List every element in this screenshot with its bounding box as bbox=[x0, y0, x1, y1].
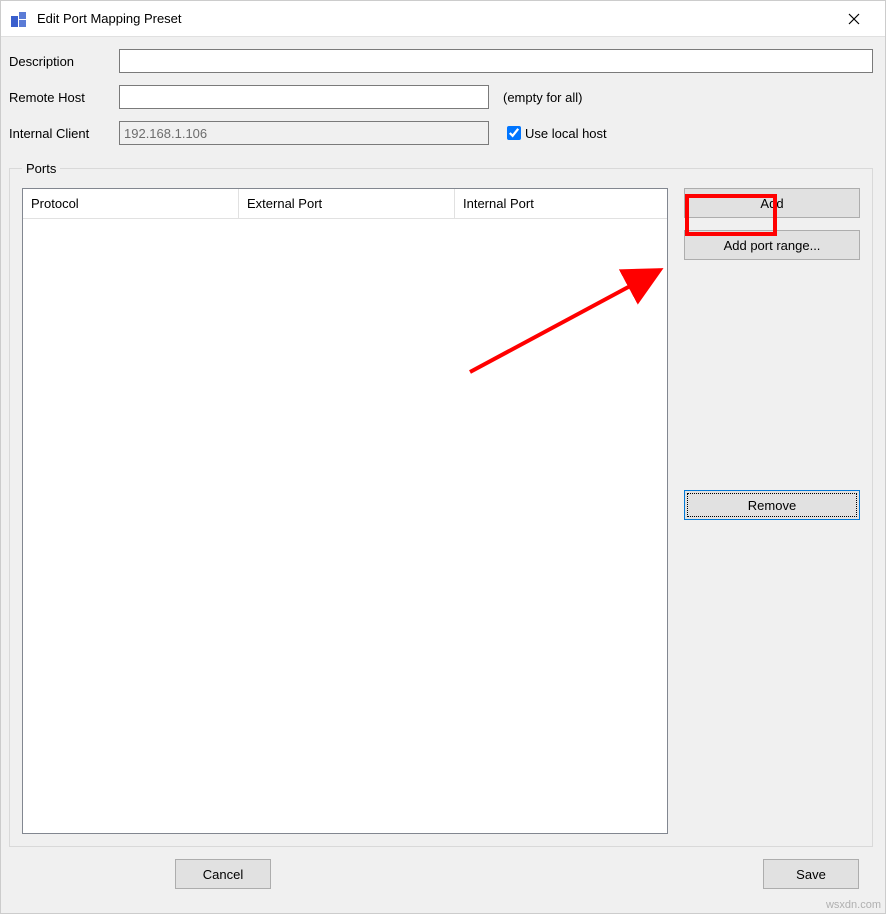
dialog-content: Description Remote Host (empty for all) … bbox=[1, 37, 885, 913]
table-header: Protocol External Port Internal Port bbox=[23, 189, 667, 219]
remote-host-label: Remote Host bbox=[9, 90, 119, 105]
ports-table[interactable]: Protocol External Port Internal Port bbox=[22, 188, 668, 834]
remote-host-hint: (empty for all) bbox=[503, 90, 582, 105]
remove-button[interactable]: Remove bbox=[684, 490, 860, 520]
add-port-range-button[interactable]: Add port range... bbox=[684, 230, 860, 260]
save-button[interactable]: Save bbox=[763, 859, 859, 889]
use-local-host-label: Use local host bbox=[525, 126, 607, 141]
internal-client-input bbox=[119, 121, 489, 145]
use-local-host-checkbox[interactable] bbox=[507, 126, 521, 140]
dialog-footer: Cancel Save bbox=[9, 847, 873, 901]
column-protocol[interactable]: Protocol bbox=[23, 189, 239, 218]
internal-client-row: Internal Client Use local host bbox=[9, 121, 873, 145]
app-icon bbox=[9, 9, 29, 29]
remote-host-input[interactable] bbox=[119, 85, 489, 109]
title-bar: Edit Port Mapping Preset bbox=[1, 1, 885, 37]
column-external-port[interactable]: External Port bbox=[239, 189, 455, 218]
remote-host-row: Remote Host (empty for all) bbox=[9, 85, 873, 109]
close-button[interactable] bbox=[831, 4, 877, 34]
internal-client-label: Internal Client bbox=[9, 126, 119, 141]
table-body[interactable] bbox=[23, 219, 667, 833]
watermark-text: wsxdn.com bbox=[826, 899, 881, 911]
column-internal-port[interactable]: Internal Port bbox=[455, 189, 667, 218]
dialog-window: Edit Port Mapping Preset Description Rem… bbox=[0, 0, 886, 914]
side-button-column: Add Add port range... Remove bbox=[684, 188, 860, 834]
ports-legend: Ports bbox=[22, 161, 60, 176]
description-label: Description bbox=[9, 54, 119, 69]
use-local-host-wrap[interactable]: Use local host bbox=[503, 123, 607, 143]
description-row: Description bbox=[9, 49, 873, 73]
ports-fieldset: Ports Protocol External Port Internal Po… bbox=[9, 161, 873, 847]
window-title: Edit Port Mapping Preset bbox=[37, 11, 831, 26]
add-button[interactable]: Add bbox=[684, 188, 860, 218]
cancel-button[interactable]: Cancel bbox=[175, 859, 271, 889]
description-input[interactable] bbox=[119, 49, 873, 73]
